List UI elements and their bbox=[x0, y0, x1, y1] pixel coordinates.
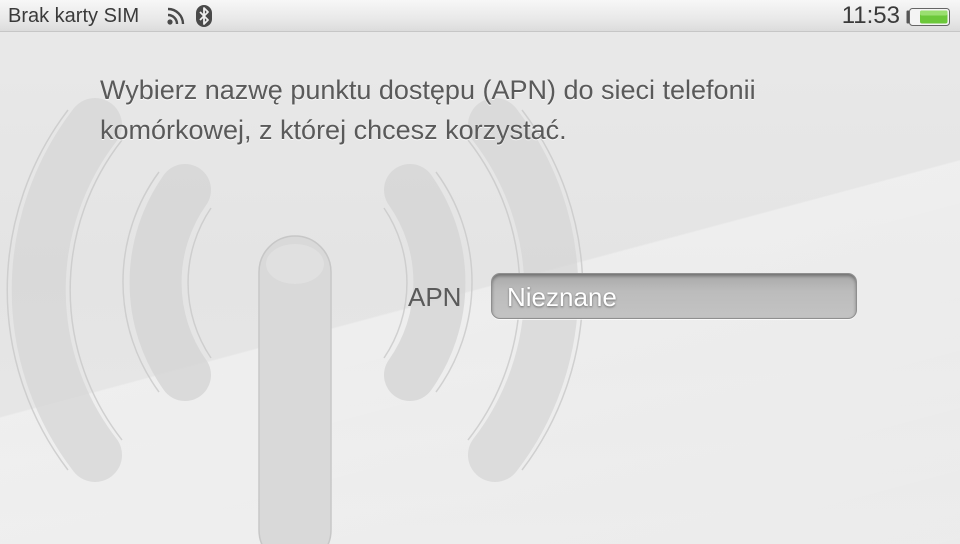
sim-status-text: Brak karty SIM bbox=[8, 5, 140, 27]
wifi-signal-icon bbox=[167, 7, 185, 25]
battery-icon bbox=[906, 8, 950, 26]
clock: 11:53 bbox=[841, 2, 900, 29]
instruction-text: Wybierz nazwę punktu dostępu (APN) do si… bbox=[100, 75, 756, 145]
apn-field[interactable]: Nieznane bbox=[491, 273, 857, 319]
screen: Brak karty SIM 11:53 Wybierz nazwę punkt… bbox=[0, 0, 960, 544]
status-bar: Brak karty SIM 11:53 bbox=[0, 0, 960, 32]
apn-value: Nieznane bbox=[507, 282, 617, 312]
bluetooth-icon bbox=[196, 5, 212, 27]
apn-label: APN bbox=[408, 282, 462, 312]
